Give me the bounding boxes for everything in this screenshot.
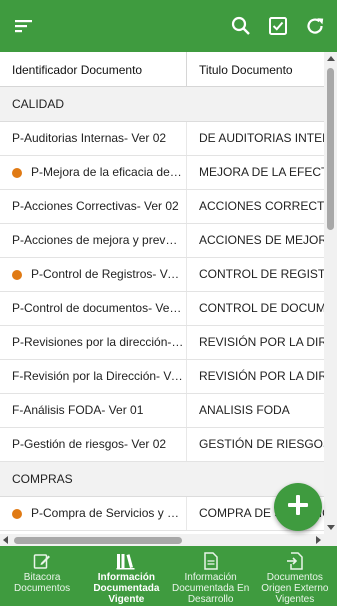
external-document-icon xyxy=(285,552,305,570)
document-title: REVISIÓN POR LA DIREC xyxy=(199,369,324,383)
nav-documentos-externos[interactable]: Documentos Origen Externo Vigentes xyxy=(253,546,337,606)
document-table: CALIDAD P-Auditorias Internas- Ver 02 DE… xyxy=(0,87,324,534)
status-dot xyxy=(12,168,22,178)
nav-bitacora-documentos[interactable]: Bitacora Documentos xyxy=(0,546,84,606)
document-id: P-Acciones Correctivas- Ver 02 xyxy=(12,199,179,213)
document-title: MEJORA DE LA EFECTIV xyxy=(199,165,324,179)
column-header-title[interactable]: Titulo Documento xyxy=(199,63,293,77)
document-id: P-Gestión de riesgos- Ver 02 xyxy=(12,437,167,451)
cell-divider xyxy=(186,258,187,291)
nav-label: Información Documentada En Desarrollo xyxy=(171,572,250,605)
document-id: P-Auditorias Internas- Ver 02 xyxy=(12,131,167,145)
vertical-scroll-thumb[interactable] xyxy=(327,68,334,230)
document-id: P-Revisiones por la dirección- V... xyxy=(12,335,184,349)
cell-divider xyxy=(186,497,187,530)
document-id: P-Compra de Servicios y Su... xyxy=(31,506,184,520)
app-toolbar xyxy=(0,0,337,52)
nav-informacion-vigente[interactable]: Información Documentada Vigente xyxy=(84,546,168,606)
table-row[interactable]: P-Revisiones por la dirección- V... REVI… xyxy=(0,326,324,360)
document-title: GESTIÓN DE RIESGOS xyxy=(199,437,324,451)
edit-icon xyxy=(32,552,52,570)
nav-label: Documentos Origen Externo Vigentes xyxy=(261,572,329,605)
scroll-down-arrow[interactable] xyxy=(327,525,335,530)
scroll-left-arrow[interactable] xyxy=(3,536,8,544)
document-title: REVISIÓN POR LA DIREC xyxy=(199,335,324,349)
cell-divider xyxy=(186,190,187,223)
document-id: P-Control de Registros- Ver ... xyxy=(31,267,184,281)
document-title: ACCIONES CORRECTIVA xyxy=(199,199,324,213)
document-id: P-Mejora de la eficacia del s... xyxy=(31,165,184,179)
search-icon[interactable] xyxy=(229,14,253,38)
table-row[interactable]: P-Auditorias Internas- Ver 02 DE AUDITOR… xyxy=(0,122,324,156)
nav-label: Bitacora Documentos xyxy=(14,572,71,594)
cell-divider xyxy=(186,156,187,189)
document-title: ACCIONES DE MEJORA xyxy=(199,233,324,247)
table-row[interactable]: P-Acciones de mejora y prevent... ACCION… xyxy=(0,224,324,258)
table-row[interactable]: P-Acciones Correctivas- Ver 02 ACCIONES … xyxy=(0,190,324,224)
refresh-icon[interactable] xyxy=(303,14,327,38)
document-icon xyxy=(201,552,221,570)
document-id: P-Acciones de mejora y prevent... xyxy=(12,233,184,247)
document-title: ANALISIS FODA xyxy=(199,403,290,417)
document-title: DE AUDITORIAS INTERN xyxy=(199,131,324,145)
bottom-navigation: Bitacora Documentos Información Document… xyxy=(0,546,337,606)
column-header-id[interactable]: Identificador Documento xyxy=(12,63,142,77)
cell-divider xyxy=(186,428,187,461)
library-icon xyxy=(116,552,136,570)
horizontal-scrollbar[interactable] xyxy=(0,534,324,546)
cell-divider xyxy=(186,292,187,325)
scroll-right-arrow[interactable] xyxy=(316,536,321,544)
cell-divider xyxy=(186,326,187,359)
cell-divider xyxy=(186,360,187,393)
status-dot xyxy=(12,509,22,519)
plus-icon xyxy=(287,494,309,521)
document-title: CONTROL DE REGISTRO xyxy=(199,267,324,281)
table-row[interactable]: P-Control de documentos- Ver 02 CONTROL … xyxy=(0,292,324,326)
cell-divider xyxy=(186,394,187,427)
group-header-calidad[interactable]: CALIDAD xyxy=(0,87,324,122)
table-row[interactable]: P-Mejora de la eficacia del s... MEJORA … xyxy=(0,156,324,190)
table-header: Identificador Documento Titulo Documento xyxy=(0,52,324,87)
group-header-compras[interactable]: COMPRAS xyxy=(0,462,324,497)
column-divider[interactable] xyxy=(186,52,187,87)
document-id: P-Control de documentos- Ver 02 xyxy=(12,301,184,315)
checkbox-icon[interactable] xyxy=(266,14,290,38)
status-dot xyxy=(12,270,22,280)
document-title: CONTROL DE DOCUMEN xyxy=(199,301,324,315)
table-row[interactable]: P-Control de Registros- Ver ... CONTROL … xyxy=(0,258,324,292)
scrollbar-corner xyxy=(324,534,337,546)
menu-icon[interactable] xyxy=(12,14,36,38)
document-id: F-Revisión por la Dirección- Ver ... xyxy=(12,369,184,383)
cell-divider xyxy=(186,224,187,257)
table-row[interactable]: F-Análisis FODA- Ver 01 ANALISIS FODA xyxy=(0,394,324,428)
horizontal-scroll-thumb[interactable] xyxy=(14,537,182,544)
nav-label: Información Documentada Vigente xyxy=(93,572,160,605)
scroll-up-arrow[interactable] xyxy=(327,56,335,61)
table-row[interactable]: F-Revisión por la Dirección- Ver ... REV… xyxy=(0,360,324,394)
nav-informacion-desarrollo[interactable]: Información Documentada En Desarrollo xyxy=(169,546,253,606)
cell-divider xyxy=(186,122,187,155)
vertical-scrollbar[interactable] xyxy=(324,52,337,534)
document-id: F-Análisis FODA- Ver 01 xyxy=(12,403,144,417)
add-document-button[interactable] xyxy=(274,483,322,531)
table-row[interactable]: P-Gestión de riesgos- Ver 02 GESTIÓN DE … xyxy=(0,428,324,462)
